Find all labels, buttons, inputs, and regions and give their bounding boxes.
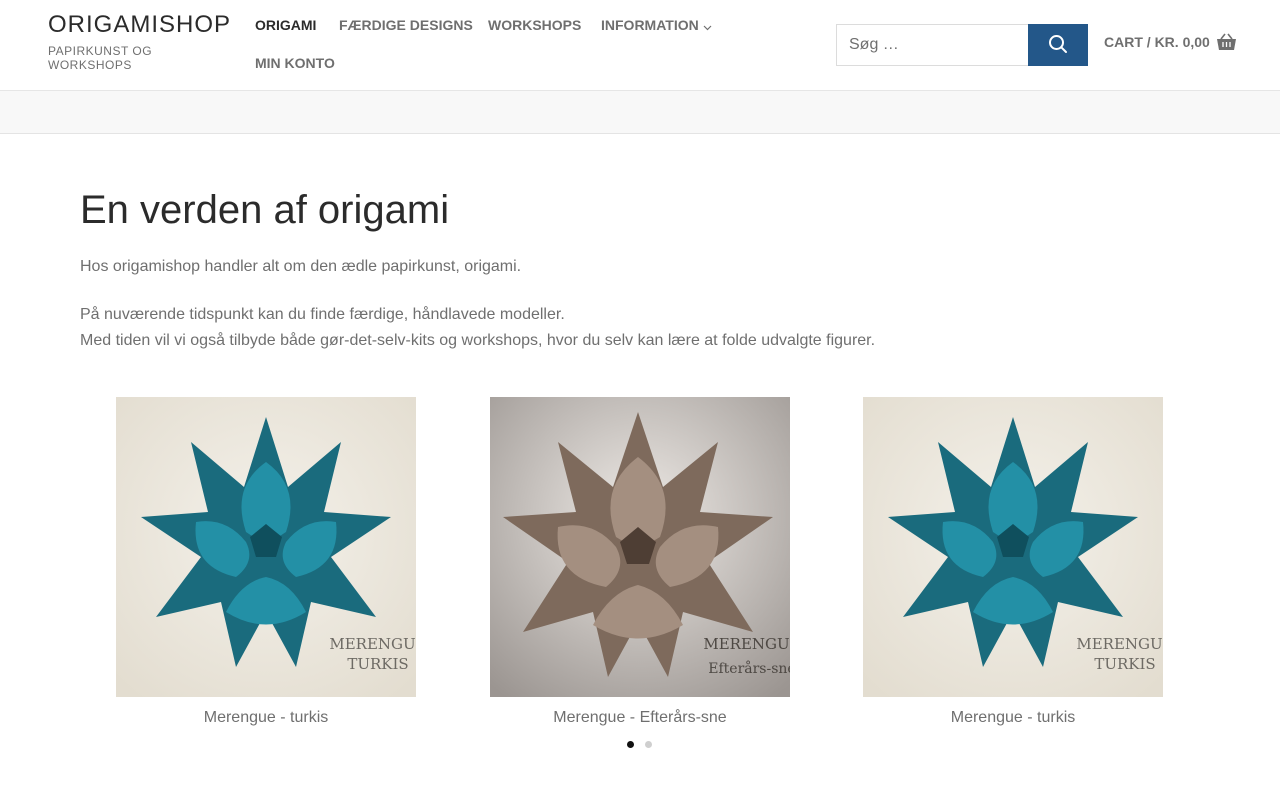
product-card[interactable]: MERENGUE TURKIS Merengue - turkis xyxy=(116,397,416,728)
product-watermark-line-2: Efterårs-sne xyxy=(708,660,790,677)
cart-link[interactable]: CART / KR. 0,00 xyxy=(1104,33,1237,51)
brand[interactable]: ORIGAMISHOP PAPIRKUNST OG WORKSHOPS xyxy=(48,11,230,72)
basket-icon xyxy=(1216,33,1237,51)
product-name[interactable]: Merengue - turkis xyxy=(116,708,416,728)
page-title: En verden af origami xyxy=(80,188,450,232)
search-icon xyxy=(1048,34,1068,57)
intro-text: Hos origamishop handler alt om den ædle … xyxy=(80,258,522,275)
description-line-1: På nuværende tidspunkt kan du finde færd… xyxy=(80,306,565,323)
site-title[interactable]: ORIGAMISHOP xyxy=(48,11,230,39)
description-line-2: Med tiden vil vi også tilbyde både gør-d… xyxy=(80,332,876,349)
carousel-pagination xyxy=(627,741,652,748)
search-input[interactable] xyxy=(836,24,1029,66)
nav-item-origami[interactable]: ORIGAMI xyxy=(255,16,316,34)
nav-item-workshops[interactable]: WORKSHOPS xyxy=(488,16,581,34)
product-card[interactable]: MERENGUE TURKIS Merengue - turkis xyxy=(863,397,1163,728)
carousel-dot[interactable] xyxy=(645,741,652,748)
product-image[interactable]: MERENGUE TURKIS xyxy=(863,397,1163,697)
cart-total: KR. 0,00 xyxy=(1154,34,1210,50)
product-watermark-line-2: TURKIS xyxy=(1094,655,1155,673)
site-header: ORIGAMISHOP PAPIRKUNST OG WORKSHOPS ORIG… xyxy=(0,0,1280,91)
chevron-down-icon xyxy=(703,17,712,35)
search-form xyxy=(836,24,1088,66)
product-watermark-line-1: MERENGUE xyxy=(1076,635,1163,653)
nav-item-information[interactable]: INFORMATION xyxy=(601,16,712,35)
product-watermark-line-1: MERENGUE xyxy=(703,635,790,653)
product-image[interactable]: MERENGUE Efterårs-sne xyxy=(490,397,790,697)
product-watermark-line-2: TURKIS xyxy=(347,655,408,673)
main-content: En verden af origami Hos origamishop han… xyxy=(80,185,1200,354)
product-watermark-line-1: MERENGUE xyxy=(329,635,416,653)
nav-item-faerdige-designs[interactable]: FÆRDIGE DESIGNS xyxy=(339,16,473,34)
product-name[interactable]: Merengue - turkis xyxy=(863,708,1163,728)
product-card[interactable]: MERENGUE Efterårs-sne Merengue - Efterår… xyxy=(490,397,790,728)
search-button[interactable] xyxy=(1028,24,1088,66)
nav-item-min-konto[interactable]: MIN KONTO xyxy=(255,54,335,72)
cart-separator: / xyxy=(1146,34,1151,50)
description-text: På nuværende tidspunkt kan du finde færd… xyxy=(80,302,1200,354)
cart-label: CART xyxy=(1104,34,1143,50)
carousel-dot[interactable] xyxy=(627,741,634,748)
sub-header-bar xyxy=(0,91,1280,134)
nav-item-information-label: INFORMATION xyxy=(601,17,699,33)
product-image[interactable]: MERENGUE TURKIS xyxy=(116,397,416,697)
product-name[interactable]: Merengue - Efterårs-sne xyxy=(490,708,790,728)
site-tagline: PAPIRKUNST OG WORKSHOPS xyxy=(48,44,153,72)
